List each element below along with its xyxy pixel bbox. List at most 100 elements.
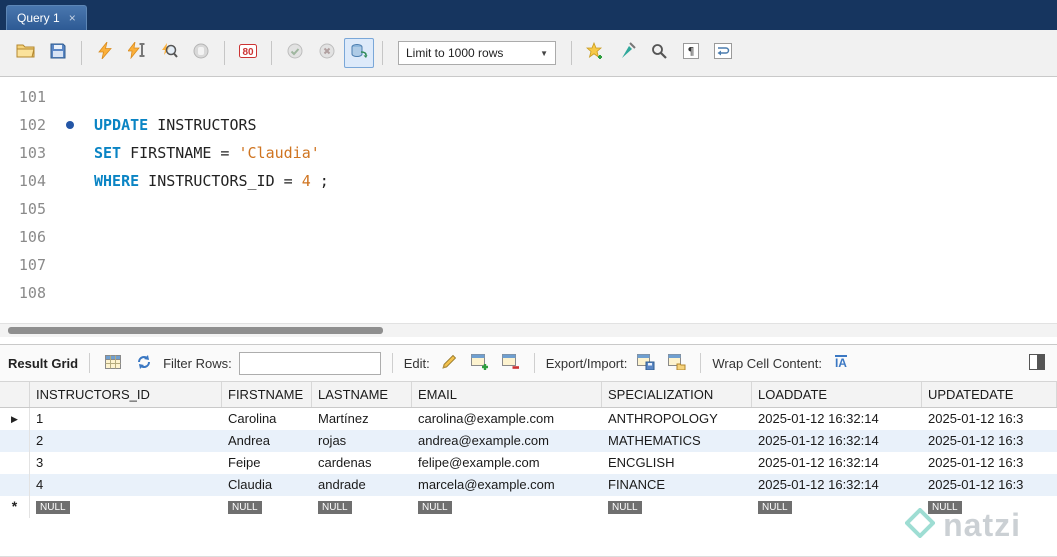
grid-view-button[interactable] (101, 351, 125, 375)
export-button[interactable] (634, 351, 658, 375)
table-row[interactable]: 4 Claudia andrade marcela@example.com FINANC… (0, 474, 1057, 496)
table-cell[interactable]: MATHEMATICS (602, 430, 752, 452)
stop-button[interactable] (186, 38, 216, 68)
beautify-button[interactable] (612, 38, 642, 68)
table-cell[interactable]: cardenas (312, 452, 412, 474)
tab-query-1[interactable]: Query 1 × (6, 5, 87, 30)
open-file-button[interactable] (11, 38, 41, 68)
null-badge: NULL (758, 501, 792, 515)
table-cell[interactable]: marcela@example.com (412, 474, 602, 496)
editor-line[interactable]: 103 SET FIRSTNAME = 'Claudia' (0, 139, 1057, 167)
null-badge: NULL (36, 501, 70, 515)
table-cell[interactable]: NULL (752, 496, 922, 518)
editor-horizontal-scrollbar[interactable] (0, 323, 1057, 337)
scrollbar-thumb[interactable] (8, 327, 383, 334)
wrap-text-button[interactable] (708, 38, 738, 68)
toggle-autocommit-button[interactable] (344, 38, 374, 68)
table-cell[interactable]: andrade (312, 474, 412, 496)
editor-line[interactable]: 105 (0, 195, 1057, 223)
invisible-characters-button[interactable]: ¶ (676, 38, 706, 68)
table-cell[interactable]: NULL (222, 496, 312, 518)
table-cell[interactable]: NULL (30, 496, 222, 518)
table-cell[interactable]: felipe@example.com (412, 452, 602, 474)
limit-rows-dropdown[interactable]: Limit to 1000 rows ▼ (398, 41, 556, 65)
column-header[interactable]: UPDATEDATE (922, 382, 1057, 407)
table-cell[interactable]: 2025-01-12 16:32:14 (752, 474, 922, 496)
toolbar-separator (571, 41, 572, 65)
column-header[interactable]: INSTRUCTORS_ID (30, 382, 222, 407)
table-cell[interactable]: 2 (30, 430, 222, 452)
panel-divider (0, 337, 1057, 344)
table-cell[interactable]: 2025-01-12 16:3 (922, 430, 1057, 452)
table-row[interactable]: 3 Feipe cardenas felipe@example.com ENCGLISH… (0, 452, 1057, 474)
column-header[interactable]: SPECIALIZATION (602, 382, 752, 407)
save-snippet-button[interactable] (580, 38, 610, 68)
table-cell[interactable]: Feipe (222, 452, 312, 474)
table-cell[interactable]: 3 (30, 452, 222, 474)
editor-line[interactable]: 106 (0, 223, 1057, 251)
invisible-characters-icon: ¶ (683, 42, 699, 64)
table-cell[interactable]: FINANCE (602, 474, 752, 496)
close-icon[interactable]: × (69, 12, 76, 24)
table-cell[interactable]: carolina@example.com (412, 408, 602, 430)
editor-line[interactable]: 107 (0, 251, 1057, 279)
find-button[interactable] (644, 38, 674, 68)
save-button[interactable] (43, 38, 73, 68)
refresh-button[interactable] (132, 351, 156, 375)
table-cell[interactable]: 2025-01-12 16:3 (922, 408, 1057, 430)
table-cell[interactable]: NULL (922, 496, 1057, 518)
import-button[interactable] (665, 351, 689, 375)
add-row-button[interactable] (468, 351, 492, 375)
table-cell[interactable]: 2025-01-12 16:3 (922, 452, 1057, 474)
table-row[interactable]: 2 Andrea rojas andrea@example.com MATHEMATIC… (0, 430, 1057, 452)
column-header[interactable]: LASTNAME (312, 382, 412, 407)
delete-row-button[interactable] (499, 351, 523, 375)
column-header[interactable]: LOADDATE (752, 382, 922, 407)
table-cell[interactable]: NULL (412, 496, 602, 518)
editor-line[interactable]: 102 UPDATE INSTRUCTORS (0, 111, 1057, 139)
table-row[interactable]: * NULL NULL NULL NULL NULL NULL NULL (0, 496, 1057, 518)
wrap-cell-content-button[interactable]: IA (829, 351, 853, 375)
table-cell[interactable]: 2025-01-12 16:3 (922, 474, 1057, 496)
table-cell[interactable]: rojas (312, 430, 412, 452)
sql-editor[interactable]: 101 102 UPDATE INSTRUCTORS 103 SET FIRSTNAME… (0, 77, 1057, 323)
explain-plan-button[interactable] (154, 38, 184, 68)
grid-body: ▶ 1 Carolina Martínez carolina@example.com AN… (0, 408, 1057, 518)
column-header[interactable]: EMAIL (412, 382, 602, 407)
table-cell[interactable]: 4 (30, 474, 222, 496)
table-cell[interactable]: 2025-01-12 16:32:14 (752, 430, 922, 452)
table-cell[interactable]: 2025-01-12 16:32:14 (752, 452, 922, 474)
filter-rows-input[interactable] (238, 351, 381, 375)
table-cell[interactable]: Martínez (312, 408, 412, 430)
execute-button[interactable] (90, 38, 120, 68)
editor-line[interactable]: 104 WHERE INSTRUCTORS_ID = 4 ; (0, 167, 1057, 195)
table-cell[interactable]: Claudia (222, 474, 312, 496)
table-cell[interactable]: NULL (602, 496, 752, 518)
execute-current-statement-button[interactable] (122, 38, 152, 68)
code-text: SET FIRSTNAME = 'Claudia' (94, 144, 320, 162)
export-icon (637, 353, 655, 373)
table-cell[interactable]: ENCGLISH (602, 452, 752, 474)
table-row[interactable]: ▶ 1 Carolina Martínez carolina@example.com AN… (0, 408, 1057, 430)
rollback-button[interactable] (312, 38, 342, 68)
null-badge: NULL (228, 501, 262, 515)
table-cell[interactable]: andrea@example.com (412, 430, 602, 452)
commit-button[interactable] (280, 38, 310, 68)
stop-on-error-button[interactable]: 80 (233, 38, 263, 68)
column-header[interactable]: FIRSTNAME (222, 382, 312, 407)
explain-plan-icon (161, 42, 178, 64)
table-cell[interactable]: ANTHROPOLOGY (602, 408, 752, 430)
table-cell[interactable]: Andrea (222, 430, 312, 452)
editor-line[interactable]: 101 (0, 83, 1057, 111)
svg-text:¶: ¶ (688, 45, 695, 58)
table-cell[interactable]: NULL (312, 496, 412, 518)
mysql-workbench-query-window: Query 1 × 80 Limit to 1000 rows ▼ ¶ 101 1… (0, 0, 1057, 557)
table-cell[interactable]: Carolina (222, 408, 312, 430)
editor-line[interactable]: 108 (0, 279, 1057, 307)
table-cell[interactable]: 2025-01-12 16:32:14 (752, 408, 922, 430)
svg-text:80: 80 (242, 47, 254, 58)
table-cell[interactable]: 1 (30, 408, 222, 430)
panel-toggle-button[interactable] (1025, 351, 1049, 375)
edit-record-button[interactable] (437, 351, 461, 375)
save-icon (50, 43, 66, 64)
